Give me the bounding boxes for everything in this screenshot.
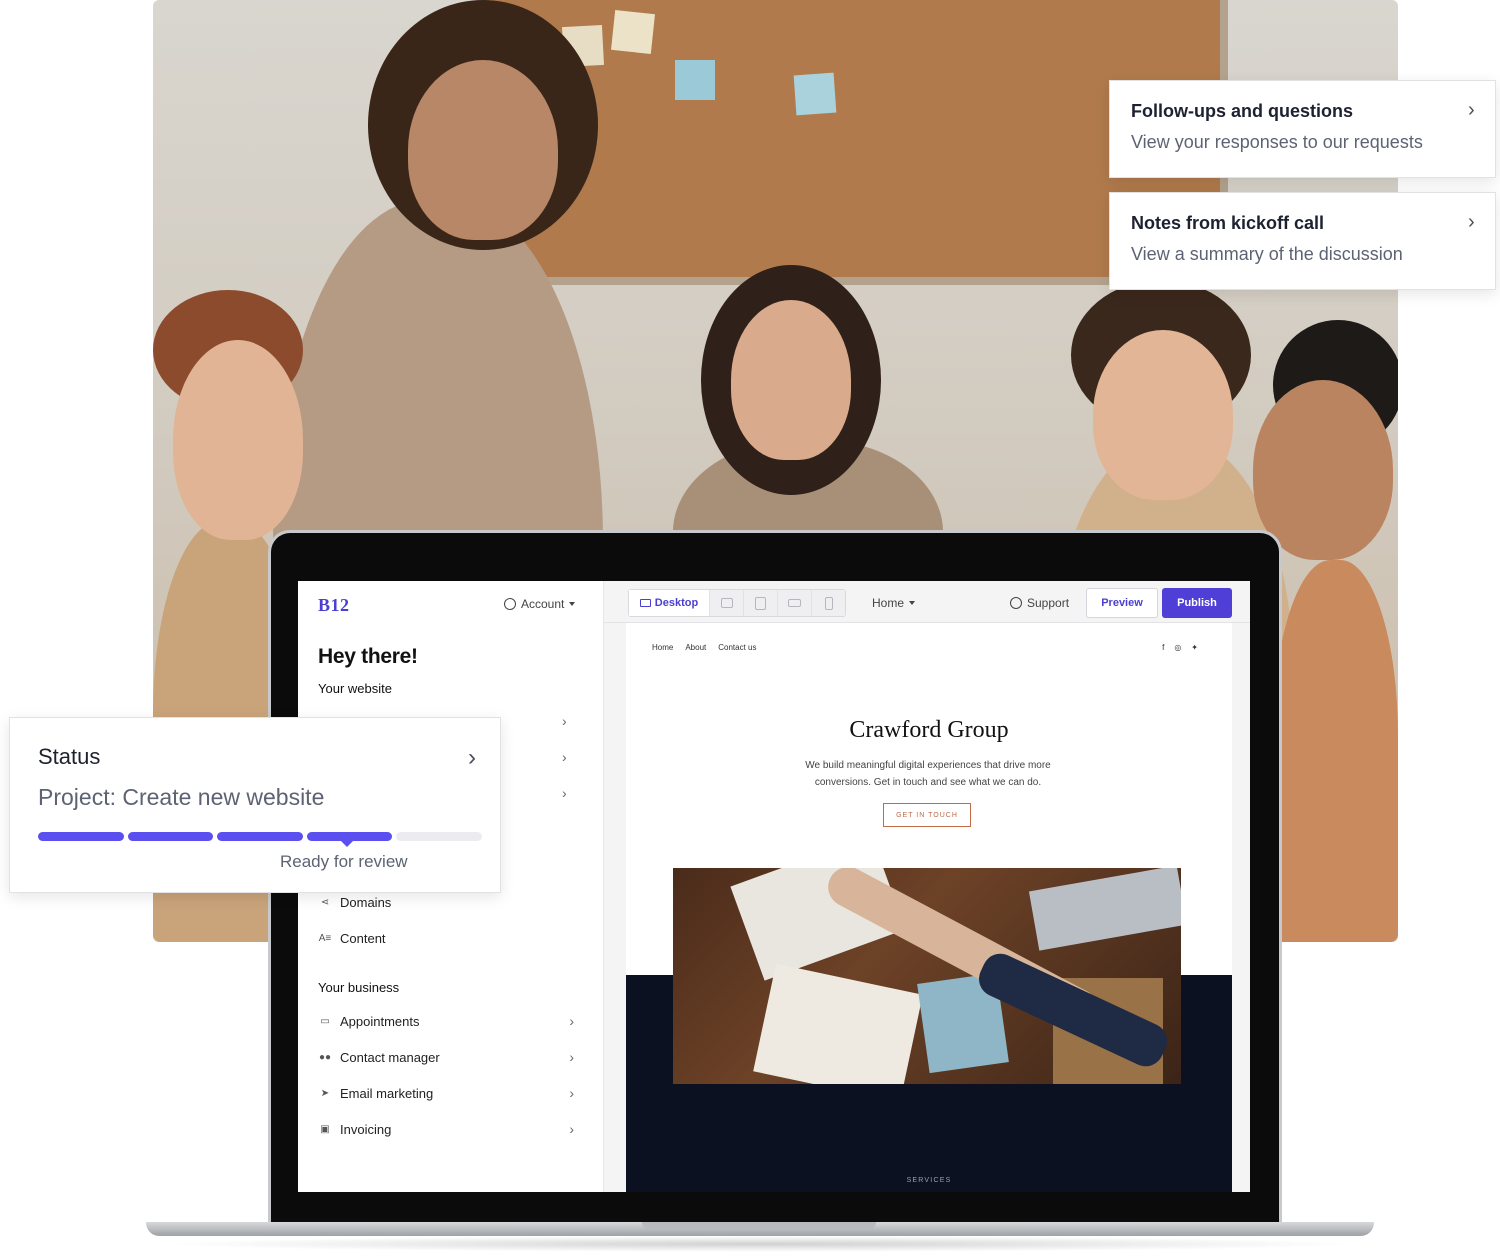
site-subtitle: We build meaningful digital experiences … [805, 760, 1051, 788]
status-project: Project: Create new website [38, 784, 325, 810]
followups-title: Follow-ups and questions [1131, 101, 1353, 121]
user-circle-icon [504, 598, 516, 610]
progress-segment [38, 832, 124, 841]
site-nav-contact[interactable]: Contact us [718, 643, 756, 652]
followups-card[interactable]: Follow-ups and questions View your respo… [1109, 80, 1496, 178]
people-icon: ●● [318, 1051, 332, 1063]
site-nav-about[interactable]: About [685, 643, 706, 652]
kickoff-subtitle: View a summary of the discussion [1131, 244, 1403, 264]
support-link[interactable]: Support [1010, 596, 1069, 610]
device-desktop-button[interactable]: Desktop [629, 590, 709, 616]
chevron-right-icon: › [569, 1121, 574, 1137]
device-desktop-label: Desktop [654, 597, 699, 609]
sidebar-item-label: Domains [340, 894, 392, 910]
hero-composition: B12 Account Hey there! Your website › › … [0, 0, 1500, 1258]
editor-toolbar: Desktop Home Support Preview Publish [604, 581, 1250, 623]
handshake-image [673, 868, 1181, 1084]
sidebar-item-appointments[interactable]: ▭ Appointments › [318, 1010, 574, 1032]
status-card[interactable]: Status › Project: Create new website Rea… [9, 717, 501, 893]
device-phone-landscape-button[interactable] [777, 590, 811, 616]
caret-down-icon [569, 602, 576, 606]
section-your-website: Your website [318, 681, 392, 696]
text-edit-icon: A≡ [318, 932, 332, 944]
sidebar-item-invoicing[interactable]: ▣ Invoicing › [318, 1118, 574, 1140]
site-nav-home[interactable]: Home [652, 643, 673, 652]
site-title: Crawford Group [849, 717, 1009, 743]
desktop-icon [639, 599, 651, 607]
invoice-icon: ▣ [320, 1123, 330, 1135]
greeting-heading: Hey there! [318, 645, 418, 668]
tablet-landscape-icon [720, 598, 733, 608]
send-icon: ➤ [320, 1087, 330, 1099]
page-select[interactable]: Home [872, 596, 916, 610]
sidebar-item-label: Contact manager [340, 1049, 440, 1065]
chevron-right-icon[interactable]: › [562, 785, 567, 801]
progress-segment [217, 832, 303, 841]
device-tablet-portrait-button[interactable] [743, 590, 777, 616]
sidebar-item-email-marketing[interactable]: ➤ Email marketing › [318, 1082, 574, 1104]
sidebar-item-label: Invoicing [340, 1121, 392, 1137]
kickoff-title: Notes from kickoff call [1131, 213, 1325, 233]
progress-segment [396, 832, 482, 841]
sidebar-item-contact-manager[interactable]: ●● Contact manager › [318, 1046, 574, 1068]
tablet-portrait-icon [755, 596, 766, 610]
progress-pointer [340, 840, 354, 847]
website-preview[interactable]: Home About Contact us f ◎ ✦ Crawford Gro… [626, 623, 1232, 1192]
device-tablet-landscape-button[interactable] [709, 590, 743, 616]
sidebar-item-label: Appointments [340, 1013, 420, 1029]
instagram-icon[interactable]: ◎ [1174, 643, 1181, 652]
sidebar-item-domains[interactable]: ⋖ Domains [318, 891, 574, 913]
chevron-right-icon: › [468, 744, 476, 771]
chevron-right-icon[interactable]: › [562, 749, 567, 765]
calendar-icon: ▭ [320, 1015, 330, 1027]
twitter-icon[interactable]: ✦ [1191, 643, 1198, 652]
status-title: Status [38, 744, 101, 769]
followups-subtitle: View your responses to our requests [1131, 132, 1423, 152]
kickoff-card[interactable]: Notes from kickoff call View a summary o… [1109, 192, 1496, 290]
status-progress-bar [38, 832, 482, 841]
phone-landscape-icon [788, 599, 801, 607]
site-social-links: f ◎ ✦ [1162, 643, 1198, 652]
section-your-business: Your business [318, 980, 400, 995]
chevron-right-icon[interactable]: › [562, 713, 567, 729]
publish-button[interactable]: Publish [1162, 588, 1232, 618]
preview-button[interactable]: Preview [1086, 588, 1158, 618]
account-label: Account [521, 597, 565, 611]
sidebar-item-content[interactable]: A≡ Content [318, 927, 574, 949]
laptop-hinge [642, 1222, 876, 1230]
chevron-right-icon: › [1468, 211, 1475, 233]
support-label: Support [1027, 596, 1070, 610]
sidebar-item-label: Email marketing [340, 1085, 434, 1101]
facebook-icon[interactable]: f [1162, 643, 1164, 652]
device-switcher: Desktop [628, 589, 846, 617]
progress-segment [127, 832, 214, 841]
caret-down-icon [909, 601, 916, 605]
share-icon: ⋖ [320, 896, 330, 908]
site-nav: Home About Contact us [652, 643, 757, 652]
get-in-touch-button[interactable]: GET IN TOUCH [883, 803, 971, 827]
site-services-label: SERVICES [906, 1177, 952, 1184]
sidebar-item-label: Content [340, 930, 386, 946]
chevron-right-icon: › [569, 1049, 574, 1065]
laptop-shadow [160, 1236, 1360, 1252]
status-text: Ready for review [280, 852, 408, 871]
help-circle-icon [1010, 597, 1022, 609]
chevron-right-icon: › [569, 1085, 574, 1101]
device-phone-portrait-button[interactable] [811, 590, 845, 616]
b12-logo[interactable]: B12 [318, 595, 350, 616]
chevron-right-icon: › [569, 1013, 574, 1029]
page-select-value: Home [872, 596, 905, 610]
chevron-right-icon: › [1468, 99, 1475, 121]
account-menu[interactable]: Account [504, 597, 576, 611]
phone-portrait-icon [824, 596, 833, 610]
